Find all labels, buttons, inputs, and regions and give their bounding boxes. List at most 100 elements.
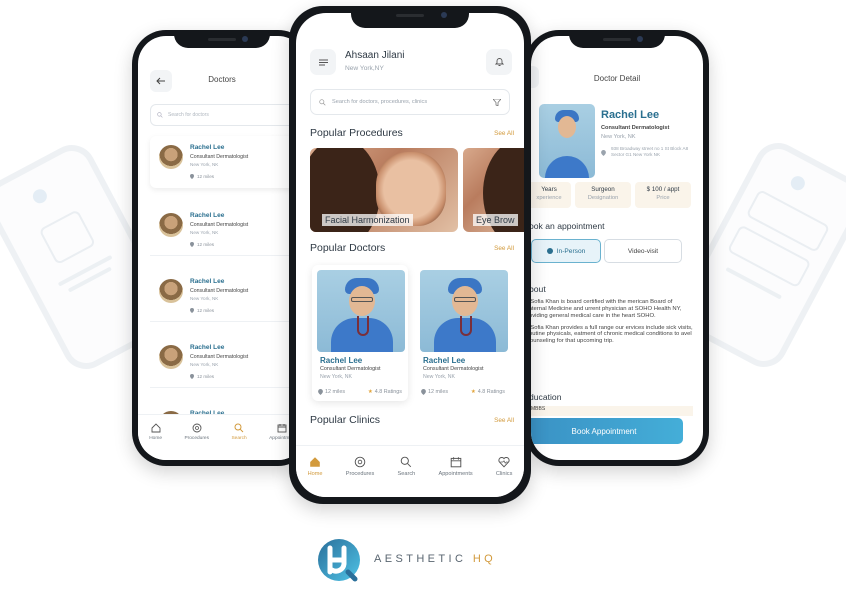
- doctors-screen: Doctors Search for doctors Rachel Lee Co…: [138, 36, 306, 460]
- see-all-doctors-link[interactable]: See All: [494, 245, 514, 252]
- tab-label: Home: [307, 471, 323, 477]
- tab-home[interactable]: Home: [308, 456, 323, 477]
- location-pin-icon: [190, 374, 194, 379]
- search-icon: [234, 423, 244, 433]
- doctor-card[interactable]: Rachel Lee Consultant Dermatologist New …: [150, 136, 306, 188]
- doctor-photo: [317, 270, 405, 352]
- search-input[interactable]: Search for doctors: [150, 104, 300, 126]
- avatar: [159, 279, 183, 303]
- home-icon: [151, 423, 161, 433]
- doctor-card[interactable]: Rachel Lee Consultant Dermatologist New …: [312, 265, 408, 401]
- page-title: Doctor Detail: [593, 74, 641, 83]
- notifications-button[interactable]: [486, 49, 512, 75]
- see-all-procedures-link[interactable]: See All: [494, 130, 514, 137]
- avatar: [159, 213, 183, 237]
- education-heading: ducation: [531, 392, 562, 402]
- education-item: MBBS: [531, 406, 693, 416]
- stat-experience: Years xperience: [531, 182, 571, 208]
- page-title: Doctors: [208, 75, 236, 84]
- search-input[interactable]: Search for doctors, procedures, clinics: [310, 89, 510, 115]
- procedure-card[interactable]: Eye Brow: [463, 148, 524, 232]
- brand-name: AESTHETIC HQ: [374, 553, 496, 565]
- doctor-location: New York, NK: [423, 374, 456, 380]
- doctor-location: New York, NK: [190, 296, 219, 301]
- doctor-name: Rachel Lee: [190, 344, 225, 351]
- user-name: Ahsaan Jilani: [345, 50, 405, 61]
- doctor-rating: ★ 4.8 Ratings: [470, 389, 505, 395]
- see-all-clinics-link[interactable]: See All: [494, 417, 514, 424]
- doctor-name: Rachel Lee: [190, 278, 225, 285]
- avatar: [159, 145, 183, 169]
- search-icon: [401, 456, 412, 468]
- stat-label: xperience: [536, 195, 562, 201]
- popular-procedures-title: Popular Procedures: [310, 127, 403, 139]
- doctor-card[interactable]: Rachel Lee Consultant Dermatologist New …: [150, 204, 306, 256]
- doctor-specialty: Consultant Dermatologist: [320, 366, 381, 372]
- tab-home[interactable]: Home: [149, 423, 162, 441]
- location-pin-icon: [190, 174, 194, 179]
- doctor-distance: 12 miles: [190, 374, 214, 379]
- stat-designation: Surgeon Designation: [575, 182, 631, 208]
- home-screen: Ahsaan Jilani New York,NY Search for doc…: [296, 13, 524, 497]
- tab-label: Home: [149, 436, 163, 441]
- in-person-label: In-Person: [556, 247, 586, 255]
- about-heading: bout: [531, 284, 546, 294]
- stat-price: $ 100 / appt Price: [635, 182, 691, 208]
- tab-procedures[interactable]: Procedures: [346, 456, 374, 477]
- stat-value: Surgeon: [591, 186, 615, 193]
- book-appointment-button[interactable]: Book Appointment: [531, 418, 683, 444]
- stat-value: Years: [541, 186, 557, 193]
- search-placeholder: Search for doctors, procedures, clinics: [332, 99, 428, 105]
- avatar: [159, 345, 183, 369]
- menu-button[interactable]: [310, 49, 336, 75]
- procedure-label: Eye Brow: [473, 214, 518, 226]
- location-pin-icon: [318, 389, 323, 395]
- stat-label: Designation: [587, 195, 619, 201]
- doctor-card[interactable]: Rachel Lee Consultant Dermatologist New …: [415, 265, 511, 401]
- tab-search[interactable]: Search: [231, 423, 247, 441]
- search-placeholder: Search for doctors: [168, 112, 209, 118]
- tab-search[interactable]: Search: [397, 456, 416, 477]
- in-person-toggle[interactable]: In-Person: [531, 239, 601, 263]
- bottom-tab-bar: Home Procedures Search Appointmen: [138, 414, 306, 460]
- doctor-name: Rachel Lee: [601, 109, 660, 121]
- procedure-card[interactable]: Facial Harmonization: [310, 148, 458, 232]
- tab-procedures[interactable]: Procedures: [184, 423, 209, 441]
- star-icon: ★: [367, 389, 373, 395]
- doctor-distance: 12 miles: [318, 389, 345, 395]
- doctor-specialty: Consultant Dermatologist: [190, 288, 249, 294]
- tab-label: Procedures: [184, 436, 209, 441]
- video-visit-toggle[interactable]: Video-visit: [604, 239, 682, 263]
- phone-notch: [351, 6, 469, 28]
- doctor-location: New York, NK: [190, 230, 219, 235]
- about-text: . Sofia Khan is board certified with the…: [531, 299, 693, 345]
- bell-icon: [494, 58, 504, 66]
- popular-clinics-title: Popular Clinics: [310, 414, 381, 426]
- brand-logo-icon: [318, 539, 360, 582]
- doctor-card[interactable]: Rachel Lee Consultant Dermatologist New …: [150, 270, 306, 322]
- about-paragraph: . Sofia Khan is board certified with the…: [531, 299, 682, 319]
- doctor-location: New York, NK: [190, 362, 219, 367]
- doctor-distance: 12 miles: [190, 308, 214, 313]
- popular-doctors-title: Popular Doctors: [310, 242, 386, 254]
- bottom-tab-bar: Home Procedures Search Appointments Clin…: [296, 445, 524, 497]
- filter-icon[interactable]: [493, 98, 501, 106]
- doctor-location: New York, NK: [320, 374, 353, 380]
- search-icon: [319, 98, 326, 106]
- check-circle-icon: [546, 248, 553, 254]
- calendar-icon: [277, 424, 287, 433]
- book-appointment-heading: ook an appointment: [531, 221, 605, 231]
- phone-home: Ahsaan Jilani New York,NY Search for doc…: [289, 6, 531, 504]
- doctor-rating: ★ 4.8 Ratings: [367, 389, 402, 395]
- doctor-detail-screen: Doctor Detail Rachel Lee Consultant Derm…: [531, 36, 703, 460]
- doctor-name: Rachel Lee: [320, 356, 363, 365]
- tab-appointments[interactable]: Appointments: [438, 456, 473, 477]
- doctor-specialty: Consultant Dermatologist: [190, 354, 249, 360]
- doctor-photo: [420, 270, 508, 352]
- doctor-card[interactable]: Rachel Lee Consultant Dermatologist New …: [150, 336, 306, 388]
- tab-label: Search: [397, 471, 416, 477]
- doctor-name: Rachel Lee: [190, 144, 225, 151]
- procedures-icon: [354, 456, 366, 468]
- tab-clinics[interactable]: Clinics: [496, 456, 512, 477]
- doctor-photo: [539, 104, 595, 178]
